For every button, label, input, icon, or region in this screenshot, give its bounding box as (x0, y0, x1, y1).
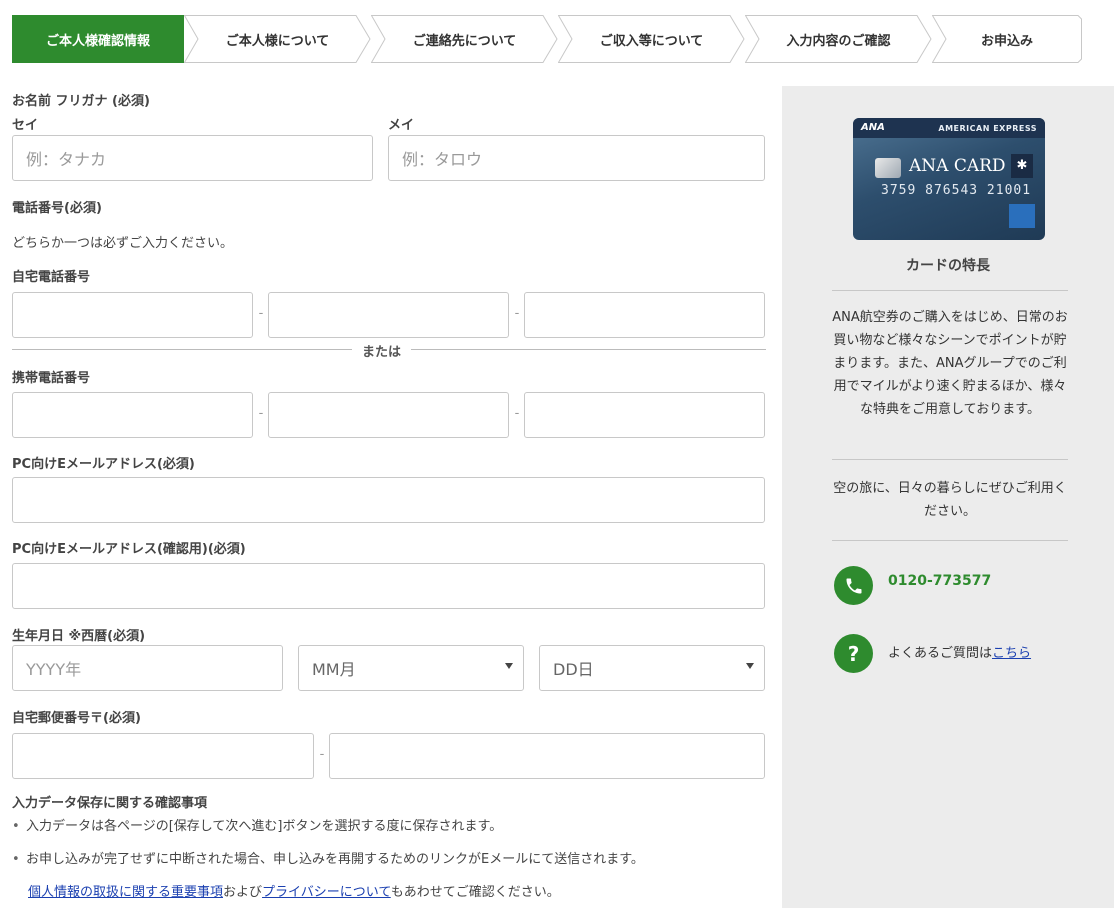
bullet-mark: • (12, 819, 20, 834)
sei-label: セイ (12, 118, 39, 133)
sidebar-divider (832, 290, 1068, 291)
phone-icon (834, 566, 873, 605)
sei-input[interactable]: 例：タナカ (12, 135, 373, 181)
email-confirm-input[interactable] (12, 563, 765, 609)
sidebar-divider (832, 459, 1068, 460)
mei-label: メイ (388, 118, 415, 133)
birth-year-input[interactable]: YYYY年 (12, 645, 283, 691)
card-features-description: ANA航空券のご購入をはじめ、日常のお買い物など様々なシーンでポイントが貯まりま… (832, 310, 1068, 417)
phone-separator: - (514, 406, 520, 421)
mobile-phone-input-2[interactable] (268, 392, 509, 438)
mobile-phone-input-3[interactable] (524, 392, 765, 438)
birth-day-select[interactable]: DD日 (539, 645, 765, 691)
or-divider-label: または (352, 341, 412, 360)
privacy-links: 個人情報の取扱に関する重要事項およびプライバシーについてもあわせてご確認ください… (28, 881, 560, 900)
postal-label: 自宅郵便番号〒(必須) (12, 711, 141, 726)
save-notice-item: • お申し込みが完了せずに中断された場合、申し込みを再開するためのリンクがEメール… (12, 848, 644, 867)
step-label: お申込み (980, 33, 1033, 49)
phone-label: 電話番号(必須) (12, 201, 102, 216)
home-phone-input-2[interactable] (268, 292, 509, 338)
step-contact: ご連絡先について (371, 15, 558, 63)
chevron-down-icon (746, 663, 754, 669)
card-name: ANA CARD (909, 156, 1006, 176)
link-joiner: および (223, 885, 263, 900)
bullet-mark: • (12, 852, 20, 867)
birth-month-value: MM月 (312, 660, 356, 679)
step-about-you: ご本人様について (184, 15, 371, 63)
sidebar-divider (832, 540, 1068, 541)
mei-input[interactable]: 例：タロウ (388, 135, 765, 181)
save-notice-title: 入力データ保存に関する確認事項 (12, 796, 208, 811)
card-amex-logo: AMERICAN EXPRESS (938, 124, 1037, 133)
link-suffix: もあわせてご確認ください。 (390, 885, 560, 900)
step-label: ご本人様確認情報 (45, 33, 150, 49)
privacy-link[interactable]: プライバシーについて (262, 885, 391, 900)
faq-line: よくあるご質問はこちら (888, 642, 1031, 661)
card-number: 3759 876543 21001 (881, 183, 1032, 198)
phone-note: どちらか一つは必ずご入力ください。 (12, 236, 234, 251)
step-label: ご連絡先について (412, 33, 517, 49)
mobile-phone-label: 携帯電話番号 (12, 371, 91, 386)
home-phone-label: 自宅電話番号 (12, 270, 91, 285)
phone-separator: - (258, 406, 264, 421)
faq-link[interactable]: こちら (992, 646, 1031, 661)
step-income: ご収入等について (558, 15, 745, 63)
step-label: ご収入等について (599, 33, 704, 49)
save-notice-text: お申し込みが完了せずに中断された場合、申し込みを再開するためのリンクがEメールに… (26, 852, 644, 867)
personal-info-link[interactable]: 個人情報の取扱に関する重要事項 (28, 885, 223, 900)
mobile-phone-input-1[interactable] (12, 392, 253, 438)
step-identity: ご本人様確認情報 (12, 15, 198, 63)
home-phone-input-1[interactable] (12, 292, 253, 338)
phone-separator: - (514, 306, 520, 321)
faq-text: よくあるご質問は (888, 646, 993, 661)
save-notice-item: • 入力データは各ページの[保存して次へ進む]ボタンを選択する度に保存されます。 (12, 815, 502, 834)
phone-glyph (846, 578, 861, 593)
home-phone-input-3[interactable] (524, 292, 765, 338)
postal-input-2[interactable] (329, 733, 765, 779)
card-chip-icon (875, 158, 901, 178)
amex-badge-icon (1009, 204, 1035, 228)
contact-phone-number[interactable]: 0120-773577 (888, 573, 991, 589)
birth-month-select[interactable]: MM月 (298, 645, 524, 691)
phone-separator: - (258, 306, 264, 321)
ana-card-image: ANA AMERICAN EXPRESS ANA CARD ✱ 3759 876… (853, 118, 1045, 240)
question-icon: ? (834, 634, 873, 673)
step-confirm: 入力内容のご確認 (745, 15, 932, 63)
star-alliance-icon: ✱ (1011, 154, 1033, 178)
email-confirm-label: PC向けEメールアドレス(確認用)(必須) (12, 542, 246, 557)
card-features-title: カードの特長 (906, 258, 990, 274)
step-label: 入力内容のご確認 (786, 33, 891, 49)
save-notice-text: 入力データは各ページの[保存して次へ進む]ボタンを選択する度に保存されます。 (26, 819, 503, 834)
progress-stepper: ご本人様確認情報 ご本人様について ご連絡先について ご収入等について 入力内容… (12, 15, 1082, 63)
step-label: ご本人様について (225, 33, 330, 49)
birth-day-value: DD日 (553, 660, 594, 679)
card-ana-logo: ANA (861, 122, 885, 133)
chevron-down-icon (505, 663, 513, 669)
postal-separator: - (319, 747, 325, 762)
card-tagline: 空の旅に、日々の暮らしにぜひご利用ください。 (833, 481, 1067, 519)
name-kana-label: お名前 フリガナ (必須) (12, 94, 150, 109)
step-apply: お申込み (932, 15, 1082, 63)
email-input[interactable] (12, 477, 765, 523)
birthdate-label: 生年月日 ※西暦(必須) (12, 629, 146, 644)
postal-input-1[interactable] (12, 733, 314, 779)
email-label: PC向けEメールアドレス(必須) (12, 457, 195, 472)
card-info-sidebar: ANA AMERICAN EXPRESS ANA CARD ✱ 3759 876… (782, 86, 1114, 908)
